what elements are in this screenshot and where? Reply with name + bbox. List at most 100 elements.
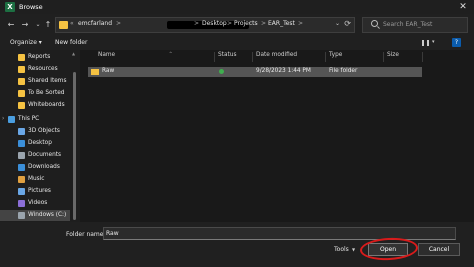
back-arrow-icon[interactable]: ← <box>5 19 17 31</box>
dialog-footer: Folder name: Tools ▼ Open Cancel <box>0 222 474 267</box>
tools-button[interactable]: Tools <box>334 246 349 253</box>
sidebar-item-label: Reports <box>28 54 51 60</box>
sidebar-item-whiteboards[interactable]: Whiteboards <box>0 100 70 111</box>
desktop-icon <box>18 140 25 147</box>
folder-icon <box>18 66 25 73</box>
breadcrumb-overflow[interactable]: « <box>70 20 74 27</box>
column-divider[interactable] <box>325 52 326 62</box>
breadcrumb-projects[interactable]: Projects <box>234 20 258 27</box>
folder-name-label: Folder name: <box>66 231 106 238</box>
picture-icon <box>18 188 25 195</box>
drive-icon <box>18 212 25 219</box>
breadcrumb-separator: > <box>298 20 304 27</box>
breadcrumb-desktop[interactable]: Desktop <box>202 20 227 27</box>
chevron-down-icon[interactable]: ▼ <box>352 247 355 252</box>
folder-icon <box>91 69 99 75</box>
sidebar-item-label: Desktop <box>28 140 52 146</box>
file-name: Raw <box>102 68 115 74</box>
cancel-button[interactable]: Cancel <box>418 243 460 256</box>
sidebar-item-3d-objects[interactable]: 3D Objects <box>0 126 70 137</box>
sidebar-item-windows-c[interactable]: Windows (C:) <box>0 210 70 221</box>
sidebar-item-label: Music <box>28 176 45 182</box>
folder-icon <box>18 90 25 97</box>
sidebar-item-videos[interactable]: Videos <box>0 198 70 209</box>
scroll-up-icon[interactable]: ▲ <box>72 51 75 56</box>
breadcrumb-separator: > <box>227 20 233 27</box>
sidebar-item-label: Whiteboards <box>28 102 65 108</box>
music-icon <box>18 176 25 183</box>
sidebar-item-label: Resources <box>28 66 58 72</box>
sidebar-item-pictures[interactable]: Pictures <box>0 186 70 197</box>
file-list: Name ^ Status Date modified Type Size Ra… <box>80 50 474 222</box>
table-row[interactable]: Raw 9/28/2023 1:44 PM File folder <box>88 67 422 77</box>
sidebar-item-label: Pictures <box>28 188 51 194</box>
sync-status-icon <box>219 69 224 74</box>
document-icon <box>18 152 25 159</box>
nav-scrollbar[interactable]: ▲ <box>71 50 78 222</box>
sidebar-item-shared-items[interactable]: Shared Items <box>0 76 70 87</box>
folder-icon <box>18 54 25 61</box>
search-placeholder: Search EAR_Test <box>383 21 433 28</box>
sidebar-item-this-pc[interactable]: › This PC <box>0 114 70 125</box>
column-header-status[interactable]: Status <box>218 52 236 58</box>
file-date: 9/28/2023 1:44 PM <box>256 68 311 74</box>
cube-icon <box>18 128 25 135</box>
forward-arrow-icon[interactable]: → <box>19 19 31 31</box>
breadcrumb-separator: > <box>261 20 267 27</box>
column-header-date[interactable]: Date modified <box>256 52 297 58</box>
sort-caret-icon: ^ <box>169 51 173 56</box>
folder-icon <box>18 102 25 109</box>
column-divider[interactable] <box>214 52 215 62</box>
sidebar-item-music[interactable]: Music <box>0 174 70 185</box>
title-bar: X Browse ✕ <box>0 0 474 14</box>
view-options-icon[interactable] <box>422 40 429 46</box>
excel-icon: X <box>5 2 15 12</box>
sidebar-item-reports[interactable]: Reports <box>0 52 70 63</box>
breadcrumb-ear-test[interactable]: EAR_Test <box>268 20 295 27</box>
breadcrumb[interactable]: « emcfarland > > Desktop > Projects > EA… <box>55 17 355 33</box>
annotation-circle <box>359 236 419 262</box>
video-icon <box>18 200 25 207</box>
sidebar-item-to-be-sorted[interactable]: To Be Sorted <box>0 88 70 99</box>
address-bar: ← → ⌄ ↑ « emcfarland > > Desktop > Proje… <box>0 14 474 36</box>
column-header-type[interactable]: Type <box>329 52 342 58</box>
download-icon <box>18 164 25 171</box>
new-folder-button[interactable]: New folder <box>55 39 87 46</box>
file-type: File folder <box>329 68 358 74</box>
search-icon <box>371 20 378 27</box>
folder-icon <box>59 21 68 29</box>
scroll-thumb[interactable] <box>73 72 76 220</box>
refresh-icon[interactable]: ⟳ <box>344 19 351 28</box>
sidebar-item-desktop[interactable]: Desktop <box>0 138 70 149</box>
chevron-down-icon[interactable]: ▾ <box>432 39 435 45</box>
column-divider[interactable] <box>252 52 253 62</box>
breadcrumb-separator: > <box>194 20 200 27</box>
navigation-pane: Reports Resources Shared Items To Be Sorted… <box>0 50 80 222</box>
column-header-name[interactable]: Name ^ <box>98 51 172 58</box>
breadcrumb-user[interactable]: emcfarland <box>78 20 112 27</box>
search-input[interactable]: Search EAR_Test <box>362 17 468 33</box>
help-icon[interactable]: ? <box>452 38 461 47</box>
sidebar-item-label: To Be Sorted <box>28 90 65 96</box>
computer-icon <box>8 116 15 123</box>
sidebar-item-label: Downloads <box>28 164 60 170</box>
sidebar-item-downloads[interactable]: Downloads <box>0 162 70 173</box>
sidebar-item-documents[interactable]: Documents <box>0 150 70 161</box>
column-divider[interactable] <box>422 52 423 62</box>
organize-button[interactable]: Organize ▾ <box>10 39 42 46</box>
folder-icon <box>18 78 25 85</box>
expand-chevron-icon[interactable]: › <box>2 116 4 122</box>
sidebar-item-label: 3D Objects <box>28 128 60 134</box>
sidebar-item-label: Shared Items <box>28 78 67 84</box>
sidebar-item-resources[interactable]: Resources <box>0 64 70 75</box>
close-icon[interactable]: ✕ <box>456 0 470 14</box>
command-bar: Organize ▾ New folder ▾ ? <box>0 36 474 50</box>
sidebar-item-label: Videos <box>28 200 48 206</box>
sidebar-item-label: This PC <box>18 116 40 122</box>
breadcrumb-separator: > <box>116 20 122 27</box>
sidebar-item-label: Windows (C:) <box>28 212 67 218</box>
column-header-size[interactable]: Size <box>387 52 399 58</box>
chevron-down-icon[interactable]: ⌄ <box>335 20 340 27</box>
column-divider[interactable] <box>383 52 384 62</box>
up-arrow-icon[interactable]: ↑ <box>42 19 54 31</box>
